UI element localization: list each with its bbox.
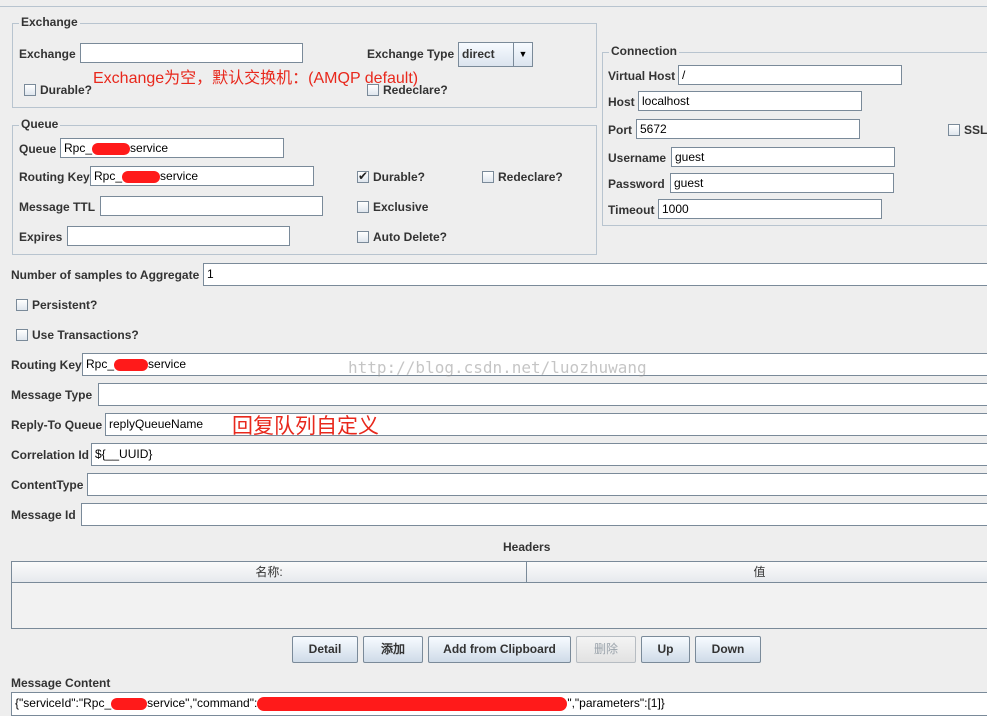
exchange-redeclare-label: Redeclare? (383, 83, 448, 97)
message-content-textarea[interactable]: {"serviceId":"Rpc_ service","command": ","… (11, 692, 987, 716)
message-id-input[interactable] (81, 503, 987, 526)
redacted-mark (114, 358, 149, 371)
queue-routing-suffix: service (160, 169, 199, 183)
content-type-input[interactable] (87, 473, 987, 496)
use-transactions-checkbox[interactable] (16, 329, 28, 341)
samples-label: Number of samples to Aggregate (11, 268, 200, 282)
queue-durable-label: Durable? (373, 170, 426, 184)
message-content-label: Message Content (11, 676, 111, 690)
add-from-clipboard-button[interactable]: Add from Clipboard (428, 636, 571, 663)
exchange-durable-checkbox[interactable] (24, 84, 36, 96)
message-ttl-label: Message TTL (19, 200, 96, 214)
auto-delete-checkbox[interactable] (357, 231, 369, 243)
queue-durable-checkbox[interactable] (357, 169, 369, 183)
ssl-checkbox[interactable] (948, 124, 960, 136)
connection-group-title: Connection (609, 44, 679, 58)
queue-label: Queue (19, 142, 57, 156)
host-label: Host (608, 95, 635, 109)
headers-column-name-label: 名称: (255, 565, 283, 579)
redacted-mark (111, 697, 148, 710)
message-type-input[interactable] (98, 383, 987, 406)
queue-value-suffix: service (130, 141, 169, 155)
up-button[interactable]: Up (641, 636, 690, 663)
message-ttl-input[interactable] (100, 196, 323, 216)
queue-routing-key-label: Routing Key (19, 170, 90, 184)
routing-key-label: Routing Key (11, 358, 82, 372)
expires-input[interactable] (67, 226, 290, 246)
virtual-host-input[interactable]: / (678, 65, 902, 85)
headers-column-name[interactable]: 名称: (12, 562, 527, 583)
message-content-part3: ","parameters":[1]} (567, 696, 665, 710)
redacted-mark (257, 696, 568, 711)
auto-delete-label: Auto Delete? (373, 230, 448, 244)
queue-redeclare-checkbox[interactable] (482, 171, 494, 183)
exchange-type-select[interactable]: direct ▼ (458, 42, 533, 67)
host-input[interactable]: localhost (638, 91, 862, 111)
port-input[interactable]: 5672 (636, 119, 860, 139)
headers-title: Headers (503, 540, 551, 554)
use-transactions-label: Use Transactions? (32, 328, 139, 342)
content-type-label: ContentType (11, 478, 84, 492)
port-label: Port (608, 123, 632, 137)
watermark: http://blog.csdn.net/luozhuwang (348, 358, 647, 377)
add-button[interactable]: 添加 (363, 636, 423, 663)
password-label: Password (608, 177, 665, 191)
exclusive-label: Exclusive (373, 200, 429, 214)
exchange-label: Exchange (19, 47, 76, 61)
message-id-label: Message Id (11, 508, 76, 522)
redacted-mark (92, 142, 131, 155)
username-label: Username (608, 151, 667, 165)
correlation-id-input[interactable]: ${__UUID} (91, 443, 987, 466)
top-edge (0, 0, 987, 7)
expires-label: Expires (19, 230, 63, 244)
reply-to-queue-label: Reply-To Queue (11, 418, 103, 432)
exclusive-checkbox[interactable] (357, 201, 369, 213)
persistent-label: Persistent? (32, 298, 98, 312)
chevron-down-icon[interactable]: ▼ (513, 43, 532, 66)
ssl-label: SSL (964, 123, 987, 137)
queue-input[interactable]: Rpc_ service (60, 138, 284, 158)
message-content-part1: {"serviceId":"Rpc_ (15, 696, 112, 710)
exchange-type-value: direct (462, 47, 495, 61)
exchange-group-title: Exchange (19, 15, 80, 29)
password-input[interactable]: guest (670, 173, 894, 193)
exchange-type-label: Exchange Type (367, 47, 455, 61)
exchange-durable-label: Durable? (40, 83, 93, 97)
queue-routing-prefix: Rpc_ (94, 169, 123, 183)
headers-table[interactable]: 名称: 值 (11, 561, 987, 629)
message-content-part2: service","command": (147, 696, 258, 710)
queue-value-prefix: Rpc_ (64, 141, 93, 155)
down-button[interactable]: Down (695, 636, 761, 663)
delete-button[interactable]: 删除 (576, 636, 636, 663)
routing-key-suffix: service (148, 357, 187, 371)
exchange-input[interactable] (80, 43, 303, 63)
headers-column-value-label: 值 (753, 565, 766, 579)
queue-group-title: Queue (19, 117, 61, 131)
reply-queue-annotation: 回复队列自定义 (232, 415, 379, 438)
correlation-id-label: Correlation Id (11, 448, 90, 462)
queue-routing-key-input[interactable]: Rpc_ service (90, 166, 314, 186)
routing-key-prefix: Rpc_ (86, 357, 115, 371)
redacted-mark (122, 170, 161, 183)
headers-column-value[interactable]: 值 (527, 562, 987, 583)
queue-redeclare-label: Redeclare? (498, 170, 563, 184)
detail-button[interactable]: Detail (292, 636, 358, 663)
username-input[interactable]: guest (671, 147, 895, 167)
message-type-label: Message Type (11, 388, 93, 402)
virtual-host-label: Virtual Host (608, 69, 676, 83)
exchange-redeclare-checkbox[interactable] (367, 84, 379, 96)
timeout-input[interactable]: 1000 (658, 199, 882, 219)
timeout-label: Timeout (608, 203, 655, 217)
persistent-checkbox[interactable] (16, 299, 28, 311)
samples-input[interactable]: 1 (203, 263, 987, 286)
